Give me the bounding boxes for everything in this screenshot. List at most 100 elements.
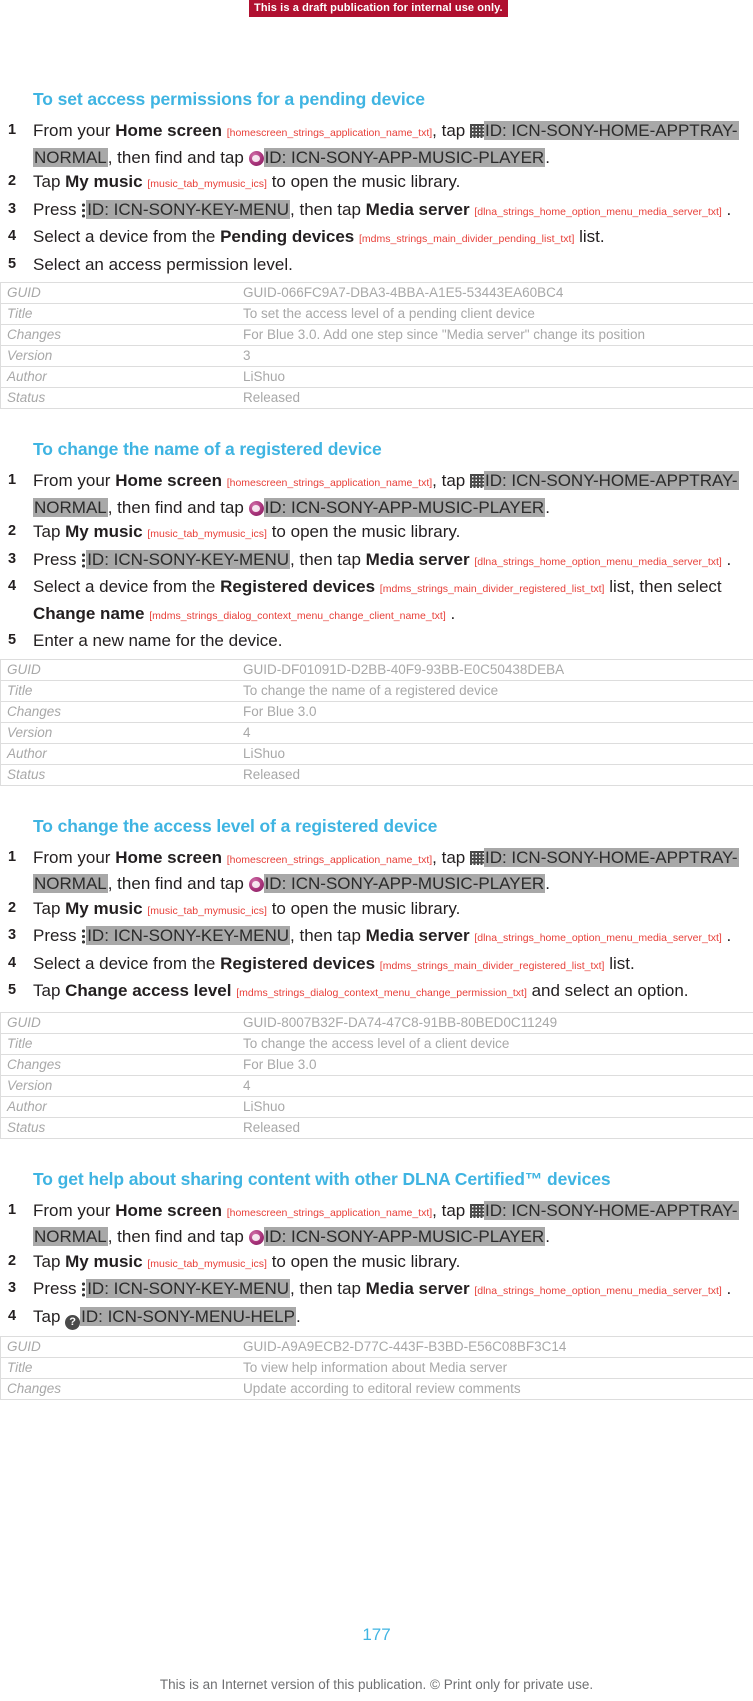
step-item: 4 Select a device from the Registered dev… bbox=[0, 952, 753, 979]
ui-term: Pending devices bbox=[220, 227, 355, 246]
meta-value: LiShuo bbox=[239, 366, 753, 388]
string-id: [dlna_strings_home_option_menu_media_ser… bbox=[474, 932, 722, 944]
meta-value: Released bbox=[239, 1116, 753, 1139]
step-number: 2 bbox=[8, 899, 17, 916]
step-text: Enter a new name for the device. bbox=[33, 631, 283, 650]
table-row: Changes Update according to editoral revi… bbox=[0, 1377, 753, 1400]
step-text: Press ID: ICN-SONY-KEY-MENU, then tap Me… bbox=[33, 549, 732, 569]
step-number: 2 bbox=[8, 523, 17, 539]
step-text: From your Home screen [homescreen_string… bbox=[33, 1200, 739, 1246]
step-list: 1 From your Home screen [homescreen_strin… bbox=[0, 469, 753, 653]
table-row: Changes For Blue 3.0 bbox=[0, 700, 753, 723]
step-item: 1 From your Home screen [homescreen_strin… bbox=[0, 119, 753, 169]
ui-term: Home screen bbox=[115, 1200, 222, 1220]
meta-label: Status bbox=[0, 387, 239, 409]
meta-value: To set the access level of a pending cli… bbox=[239, 303, 753, 325]
step-text: Select an access permission level. bbox=[33, 254, 293, 274]
ui-term: Home screen bbox=[115, 847, 222, 867]
step-number: 4 bbox=[8, 228, 17, 244]
meta-value: For Blue 3.0 bbox=[239, 1053, 753, 1076]
procedure-section: To set access permissions for a pending … bbox=[0, 88, 753, 438]
meta-label: Changes bbox=[0, 324, 239, 346]
meta-value: To change the access level of a client d… bbox=[239, 1032, 753, 1055]
step-number: 5 bbox=[8, 982, 17, 998]
string-id: [music_tab_mymusic_ics] bbox=[147, 528, 267, 540]
meta-label: Title bbox=[0, 303, 239, 325]
table-row: Author LiShuo bbox=[0, 366, 753, 388]
metadata-table: GUID GUID-DF01091D-D2BB-40F9-93BB-E0C5043… bbox=[0, 658, 753, 786]
section-title: To set access permissions for a pending … bbox=[33, 89, 425, 109]
ui-term: Media server bbox=[365, 199, 470, 219]
meta-value: For Blue 3.0 bbox=[239, 700, 753, 723]
metadata-table: GUID GUID-066FC9A7-DBA3-4BBA-A1E5-53443EA… bbox=[0, 282, 753, 409]
meta-label: Author bbox=[0, 1095, 239, 1118]
meta-label: Changes bbox=[0, 700, 239, 723]
step-text: Select a device from the Pending devices… bbox=[33, 227, 605, 246]
string-id: [music_tab_mymusic_ics] bbox=[147, 1257, 267, 1270]
string-id: [dlna_strings_home_option_menu_media_ser… bbox=[474, 205, 722, 218]
string-id: [music_tab_mymusic_ics] bbox=[147, 904, 267, 917]
meta-value: GUID-DF01091D-D2BB-40F9-93BB-E0C50438DEB… bbox=[239, 658, 753, 681]
step-item: 5 Tap Change access level [mdms_strings_d… bbox=[0, 979, 753, 1006]
table-row: Title To change the name of a registered … bbox=[0, 679, 753, 702]
meta-value: To change the name of a registered devic… bbox=[239, 679, 753, 702]
table-row: Status Released bbox=[0, 387, 753, 409]
meta-value: 4 bbox=[239, 1074, 753, 1097]
step-text: Tap ? ID: ICN-SONY-MENU-HELP. bbox=[33, 1306, 301, 1330]
id-tag: ID: ICN-SONY-KEY-MENU bbox=[86, 926, 291, 945]
table-row: Title To view help information about Medi… bbox=[0, 1356, 753, 1379]
step-text: Tap My music [music_tab_mymusic_ics] to … bbox=[33, 172, 461, 191]
ui-term: Change name bbox=[33, 603, 145, 623]
procedure-section: To get help about sharing content with o… bbox=[0, 1168, 753, 1429]
table-row: GUID GUID-8007B32F-DA74-47C8-91BB-80BED0C… bbox=[0, 1011, 753, 1034]
step-list: 1 From your Home screen [homescreen_strin… bbox=[0, 846, 753, 1006]
ui-term: Home screen bbox=[115, 471, 222, 490]
id-tag: ID: ICN-SONY-KEY-MENU bbox=[86, 199, 291, 219]
id-tag: ID: ICN-SONY-APP-MUSIC-PLAYER bbox=[263, 1227, 546, 1246]
ui-term: My music bbox=[65, 172, 143, 191]
step-item: 2 Tap My music [music_tab_mymusic_ics] to… bbox=[0, 170, 753, 197]
meta-label: Version bbox=[0, 1074, 239, 1097]
step-number: 3 bbox=[8, 550, 17, 567]
meta-value: For Blue 3.0. Add one step since "Media … bbox=[239, 324, 753, 346]
step-text: From your Home screen [homescreen_string… bbox=[33, 121, 739, 167]
music-player-icon bbox=[248, 150, 264, 166]
ui-term: Media server bbox=[365, 926, 470, 945]
step-item: 2 Tap My music [music_tab_mymusic_ics] to… bbox=[0, 897, 753, 924]
music-player-icon bbox=[248, 1230, 264, 1245]
procedure-section: To change the name of a registered devic… bbox=[0, 438, 753, 815]
meta-value: GUID-A9A9ECB2-D77C-443F-B3BD-E56C08BF3C1… bbox=[239, 1335, 753, 1358]
step-item: 5 Select an access permission level. bbox=[0, 253, 753, 277]
meta-value: 3 bbox=[239, 345, 753, 367]
step-item: 1 From your Home screen [homescreen_strin… bbox=[0, 1199, 753, 1249]
step-text: Tap Change access level [mdms_strings_di… bbox=[33, 981, 689, 1000]
step-text: From your Home screen [homescreen_string… bbox=[33, 847, 739, 893]
table-row: Author LiShuo bbox=[0, 1095, 753, 1118]
page-number: 177 bbox=[362, 1625, 391, 1644]
meta-label: Title bbox=[0, 679, 239, 702]
procedure-section: To change the access level of a register… bbox=[0, 815, 753, 1168]
step-text: Press ID: ICN-SONY-KEY-MENU, then tap Me… bbox=[33, 926, 732, 945]
step-number: 3 bbox=[8, 1280, 17, 1296]
string-id: [mdms_strings_main_divider_registered_li… bbox=[379, 583, 605, 595]
ui-term: Registered devices bbox=[220, 953, 376, 973]
step-text: Tap My music [music_tab_mymusic_ics] to … bbox=[33, 522, 461, 541]
step-item: 2 Tap My music [music_tab_mymusic_ics] to… bbox=[0, 1250, 753, 1277]
page: This is a draft publication for internal… bbox=[0, 0, 753, 1701]
string-id: [homescreen_strings_application_name_txt… bbox=[226, 477, 433, 489]
table-row: GUID GUID-066FC9A7-DBA3-4BBA-A1E5-53443EA… bbox=[0, 282, 753, 304]
step-text: Tap My music [music_tab_mymusic_ics] to … bbox=[33, 898, 461, 918]
string-id: [dlna_strings_home_option_menu_media_ser… bbox=[474, 1285, 722, 1297]
meta-value: GUID-066FC9A7-DBA3-4BBA-A1E5-53443EA60BC… bbox=[239, 282, 753, 304]
apptray-icon bbox=[469, 850, 484, 865]
step-text: Select a device from the Registered devi… bbox=[33, 577, 722, 623]
string-id: [dlna_strings_home_option_menu_media_ser… bbox=[474, 555, 722, 568]
meta-label: Version bbox=[0, 345, 239, 367]
step-item: 3 Press ID: ICN-SONY-KEY-MENU, then tap M… bbox=[0, 1277, 753, 1304]
meta-value: LiShuo bbox=[239, 1095, 753, 1118]
step-number: 1 bbox=[8, 472, 17, 488]
step-number: 4 bbox=[8, 954, 17, 971]
